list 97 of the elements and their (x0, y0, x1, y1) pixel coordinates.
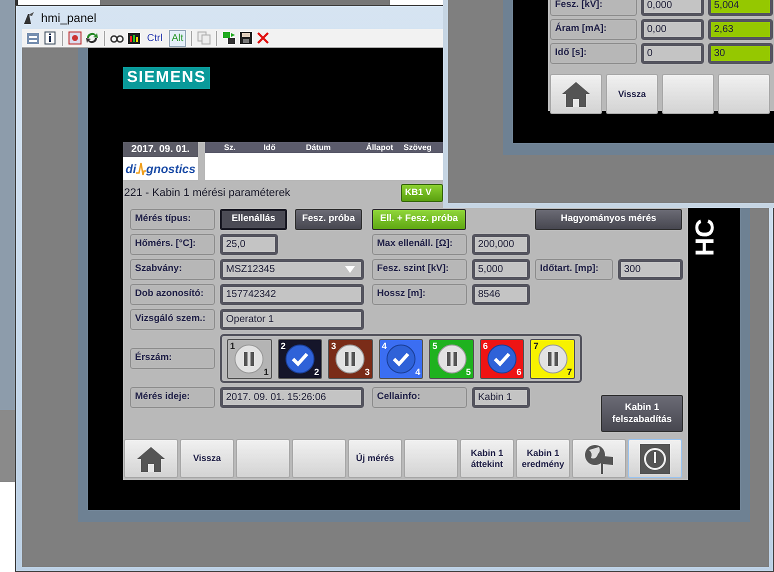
field-label: Idő [s]: (550, 43, 637, 64)
field-label: Fesz. szint [kV]: (372, 259, 467, 280)
value-field: 0,00 (641, 19, 704, 40)
field-label: Fesz. [kV]: (550, 0, 637, 16)
mode-button[interactable]: Fesz. próba (295, 209, 362, 230)
check-icon (487, 344, 518, 374)
value-field: 25,0 (220, 234, 278, 255)
field-label: Dob azonosító: (130, 284, 215, 305)
column-header: Állapot (366, 142, 394, 153)
close-icon[interactable] (256, 31, 270, 45)
value-field: 8546 (472, 284, 530, 305)
toolbar-button[interactable]: Ctrl (144, 30, 166, 46)
home-button[interactable] (550, 74, 602, 114)
tool-number: 2 (280, 341, 286, 351)
column-header: Sz. (224, 142, 237, 153)
value-field: 0 (641, 43, 704, 64)
tool-tile[interactable]: 6 6 (480, 339, 524, 379)
tool-tile[interactable]: 7 7 (530, 339, 576, 379)
field-label: Cellainfo: (372, 387, 467, 408)
siemens-logo: SIEMENS (123, 67, 210, 89)
home-icon (136, 446, 166, 472)
pulse-icon (136, 160, 146, 176)
refresh-icon[interactable] (85, 31, 99, 45)
value-field: Kabin 1 (472, 387, 530, 408)
tool-tile[interactable]: 2 2 (278, 339, 322, 379)
column-header: Idő (263, 142, 276, 153)
nav-button[interactable]: Kabin 1 eredmény (516, 439, 570, 478)
window-title: hmi_panel (41, 10, 96, 26)
field-label: Időtart. [mp]: (535, 259, 613, 280)
app-icon (22, 10, 35, 24)
tool-number: 3 (364, 367, 370, 377)
tool-number: 6 (482, 341, 488, 351)
check-icon (386, 344, 416, 374)
tool-tile[interactable]: 4 4 (378, 339, 424, 379)
nav-button[interactable]: Kabin 1 áttekint (460, 439, 514, 478)
field-label: Max ellenáll. [Ω]: (372, 234, 467, 255)
power-icon (640, 444, 670, 474)
pause-icon (436, 344, 467, 374)
field-label: Hossz [m]: (372, 284, 467, 305)
tool-number: 5 (432, 341, 438, 351)
tool-number: 6 (516, 367, 522, 377)
nav-button[interactable]: Új mérés (348, 439, 402, 478)
field-label: Mérés ideje: (130, 387, 215, 408)
power-button[interactable] (628, 439, 682, 478)
tool-number: 4 (415, 367, 420, 377)
value-field: 0,000 (641, 0, 704, 16)
value-field: 2017. 09. 01. 15:26:06 (220, 387, 364, 408)
field-label: Mérés típus: (130, 209, 215, 230)
caret-icon (345, 266, 355, 273)
measured-value: 2,63 (708, 19, 773, 40)
logo-text: gnostics (146, 160, 196, 178)
pause-icon (538, 344, 568, 374)
tool-number: 1 (230, 341, 236, 351)
logo-text: di (125, 160, 136, 178)
tool-number: 4 (382, 341, 387, 351)
dropdown[interactable]: MSZ12345 (220, 259, 364, 280)
globe-flag-icon (584, 444, 614, 474)
value-field: 157742342 (220, 284, 364, 305)
home-icon (561, 81, 591, 107)
save-icon[interactable] (239, 31, 254, 45)
value-field: 200,000 (472, 234, 530, 255)
tool-number: 2 (314, 367, 320, 377)
column-header: Dátum (306, 142, 332, 153)
tool-number: 3 (331, 341, 336, 351)
home-button[interactable] (124, 439, 178, 478)
pause-icon (335, 344, 366, 374)
check-icon (284, 344, 315, 374)
tool-tile[interactable]: 1 1 (227, 339, 272, 379)
transfer-icon[interactable] (222, 31, 236, 45)
tool-number: 1 (264, 367, 269, 377)
tool-tile[interactable]: 3 3 (328, 339, 373, 379)
bars-icon[interactable] (127, 31, 141, 45)
language-button[interactable] (572, 439, 626, 478)
field-label: Érszám: (130, 348, 215, 369)
value-field: 5,000 (472, 259, 530, 280)
value-field: 300 (618, 259, 683, 280)
release-button[interactable]: Kabin 1 felszabadítás (601, 395, 683, 432)
screen-title: 221 - Kabin 1 mérési paraméterek (124, 186, 290, 201)
nav-button[interactable]: Vissza (180, 439, 234, 478)
field-label: Vizsgáló szem.: (130, 309, 215, 330)
tool-number: 5 (466, 367, 471, 377)
tool-number: 7 (533, 341, 538, 351)
value-field: Operator 1 (220, 309, 364, 330)
nav-button[interactable]: Vissza (606, 74, 658, 114)
date-display: 2017. 09. 01. (123, 142, 198, 157)
side-label: HC (688, 218, 720, 256)
column-header: Szöveg (404, 142, 433, 153)
mode-button[interactable]: Ellenállás (220, 209, 287, 230)
field-label: Áram [mA]: (550, 19, 637, 40)
info-icon[interactable] (43, 31, 57, 45)
measured-value: 5,004 (708, 0, 773, 16)
measured-value: 30 (708, 43, 773, 64)
pause-icon (234, 344, 264, 374)
field-label: Szabvány: (130, 259, 215, 280)
field-label: Hőmérs. [°C]: (130, 234, 215, 255)
tool-number: 7 (567, 367, 572, 377)
mode-button[interactable]: Hagyományos mérés (535, 209, 682, 230)
